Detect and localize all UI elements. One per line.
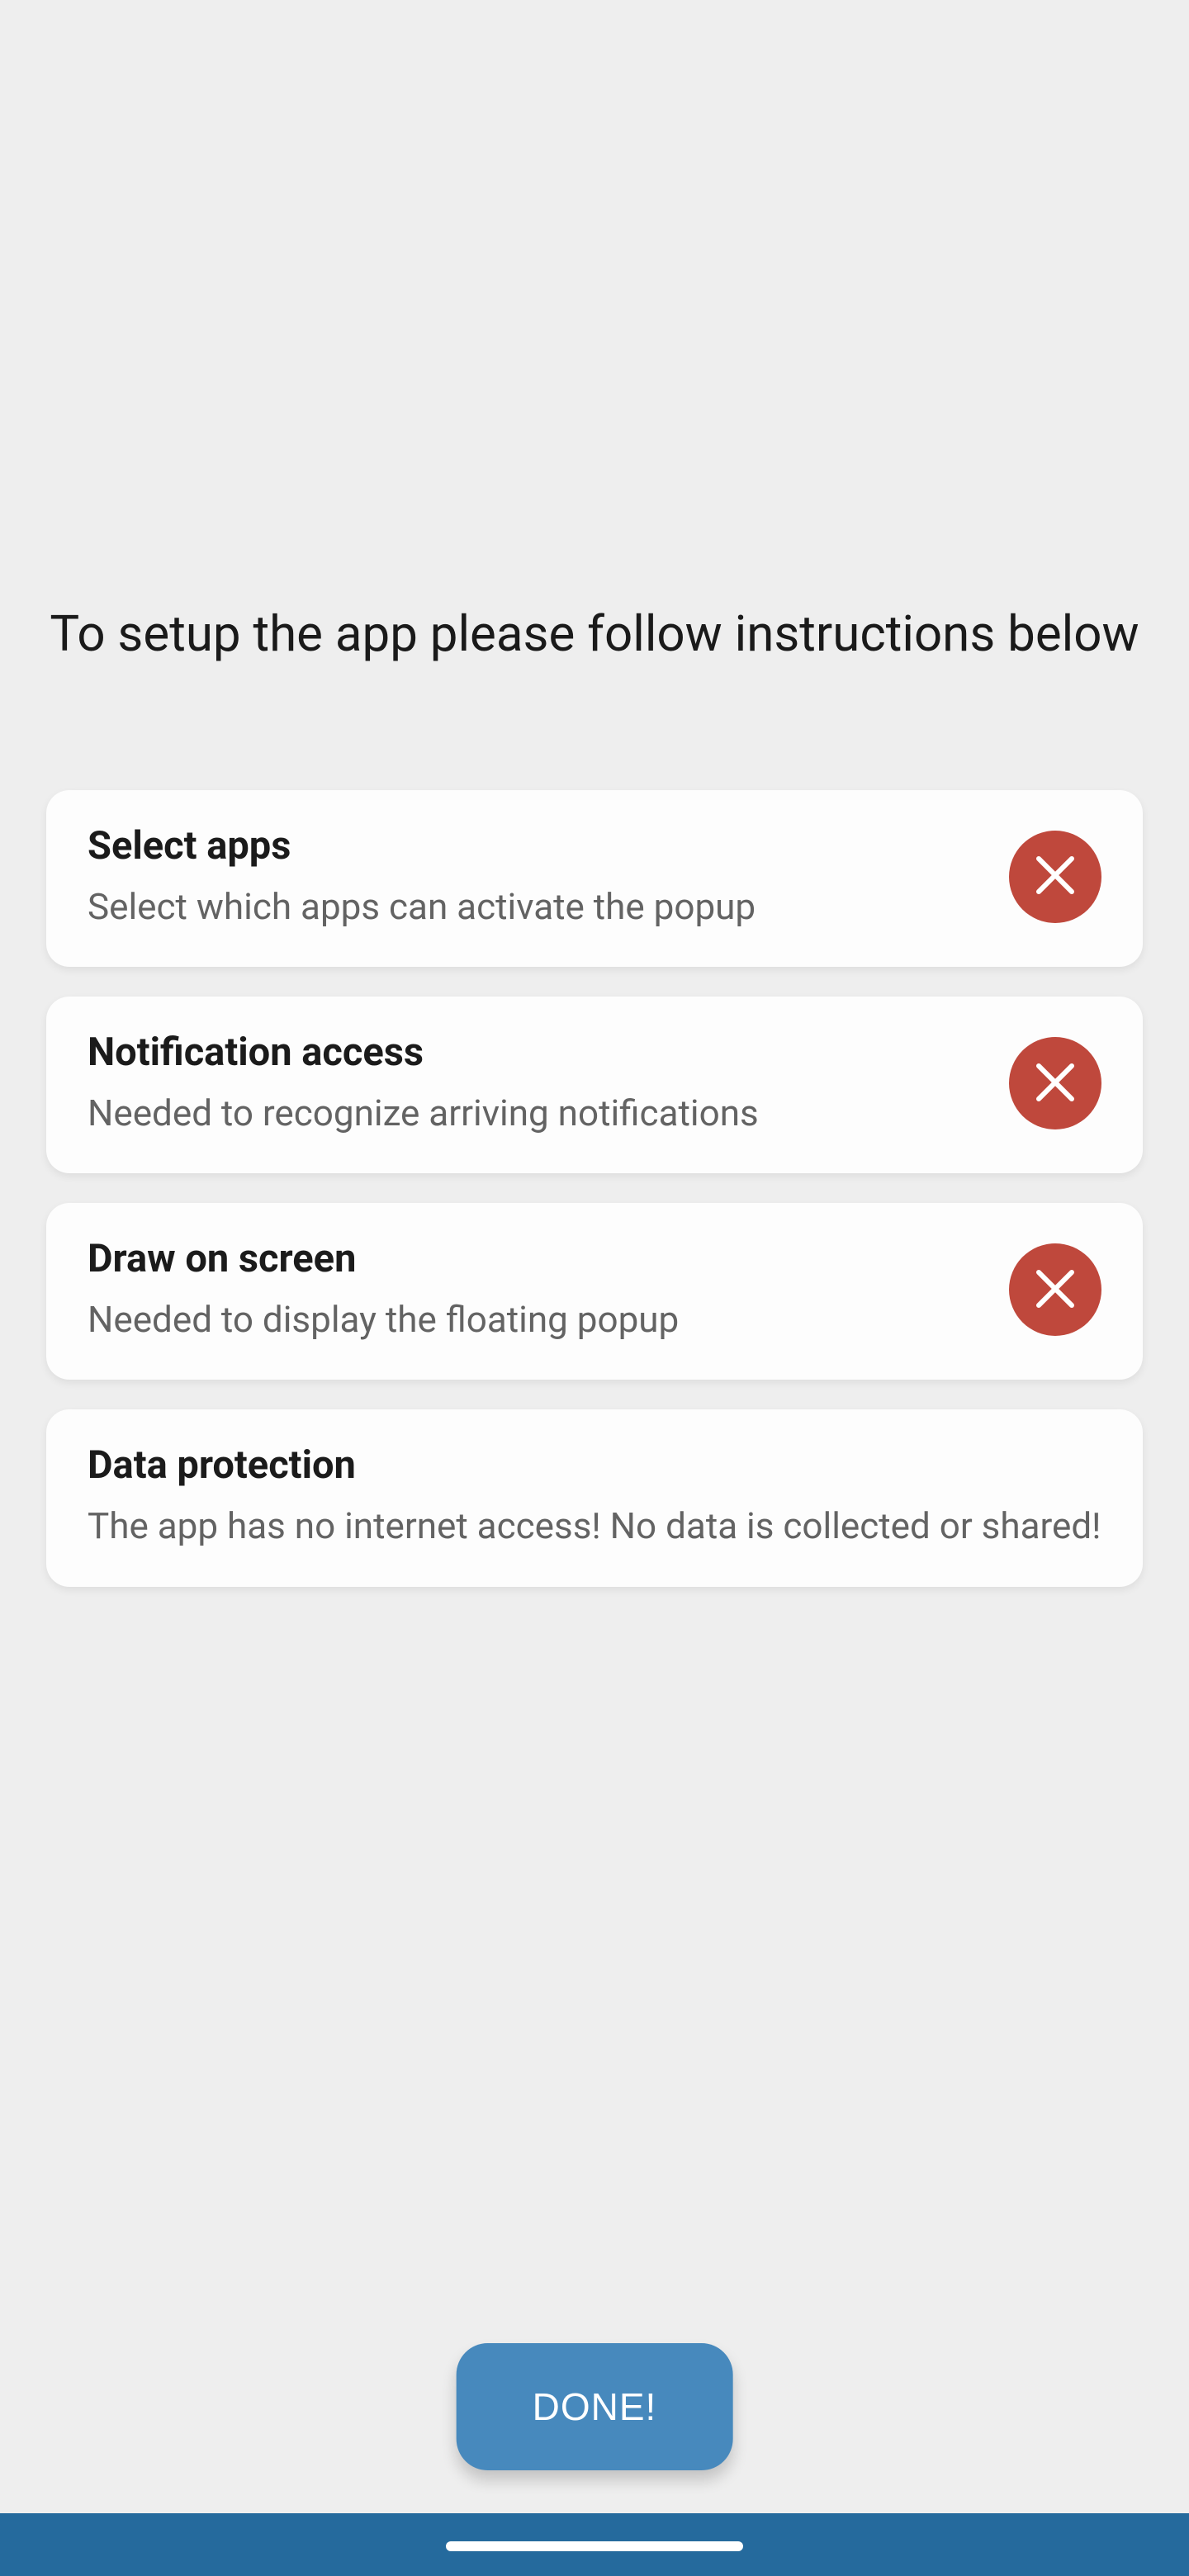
card-select-apps[interactable]: Select apps Select which apps can activa… <box>46 790 1143 967</box>
system-nav-bar <box>0 2513 1189 2576</box>
gesture-pill[interactable] <box>446 2541 743 2551</box>
close-icon <box>1035 1062 1076 1106</box>
card-title: Select apps <box>88 823 984 869</box>
card-notification-access[interactable]: Notification access Needed to recognize … <box>46 997 1143 1173</box>
status-button-select-apps[interactable] <box>1009 831 1101 923</box>
card-text: Draw on screen Needed to display the flo… <box>88 1236 984 1343</box>
setup-screen: To setup the app please follow instructi… <box>0 0 1189 1587</box>
card-title: Data protection <box>88 1442 1101 1488</box>
card-title: Notification access <box>88 1030 984 1075</box>
card-subtitle: Select which apps can activate the popup <box>88 883 984 930</box>
card-text: Data protection The app has no internet … <box>88 1442 1101 1550</box>
card-title: Draw on screen <box>88 1236 984 1281</box>
close-icon <box>1035 855 1076 898</box>
card-text: Notification access Needed to recognize … <box>88 1030 984 1137</box>
status-button-draw-on-screen[interactable] <box>1009 1243 1101 1336</box>
card-data-protection: Data protection The app has no internet … <box>46 1409 1143 1586</box>
card-text: Select apps Select which apps can activa… <box>88 823 984 930</box>
done-button[interactable]: DONE! <box>457 2343 733 2470</box>
status-button-notification-access[interactable] <box>1009 1037 1101 1129</box>
card-subtitle: Needed to recognize arriving notificatio… <box>88 1090 984 1137</box>
card-draw-on-screen[interactable]: Draw on screen Needed to display the flo… <box>46 1203 1143 1380</box>
setup-card-list: Select apps Select which apps can activa… <box>46 790 1143 1587</box>
setup-heading: To setup the app please follow instructi… <box>46 603 1143 666</box>
card-subtitle: The app has no internet access! No data … <box>88 1503 1101 1550</box>
close-icon <box>1035 1268 1076 1312</box>
card-subtitle: Needed to display the floating popup <box>88 1296 984 1343</box>
